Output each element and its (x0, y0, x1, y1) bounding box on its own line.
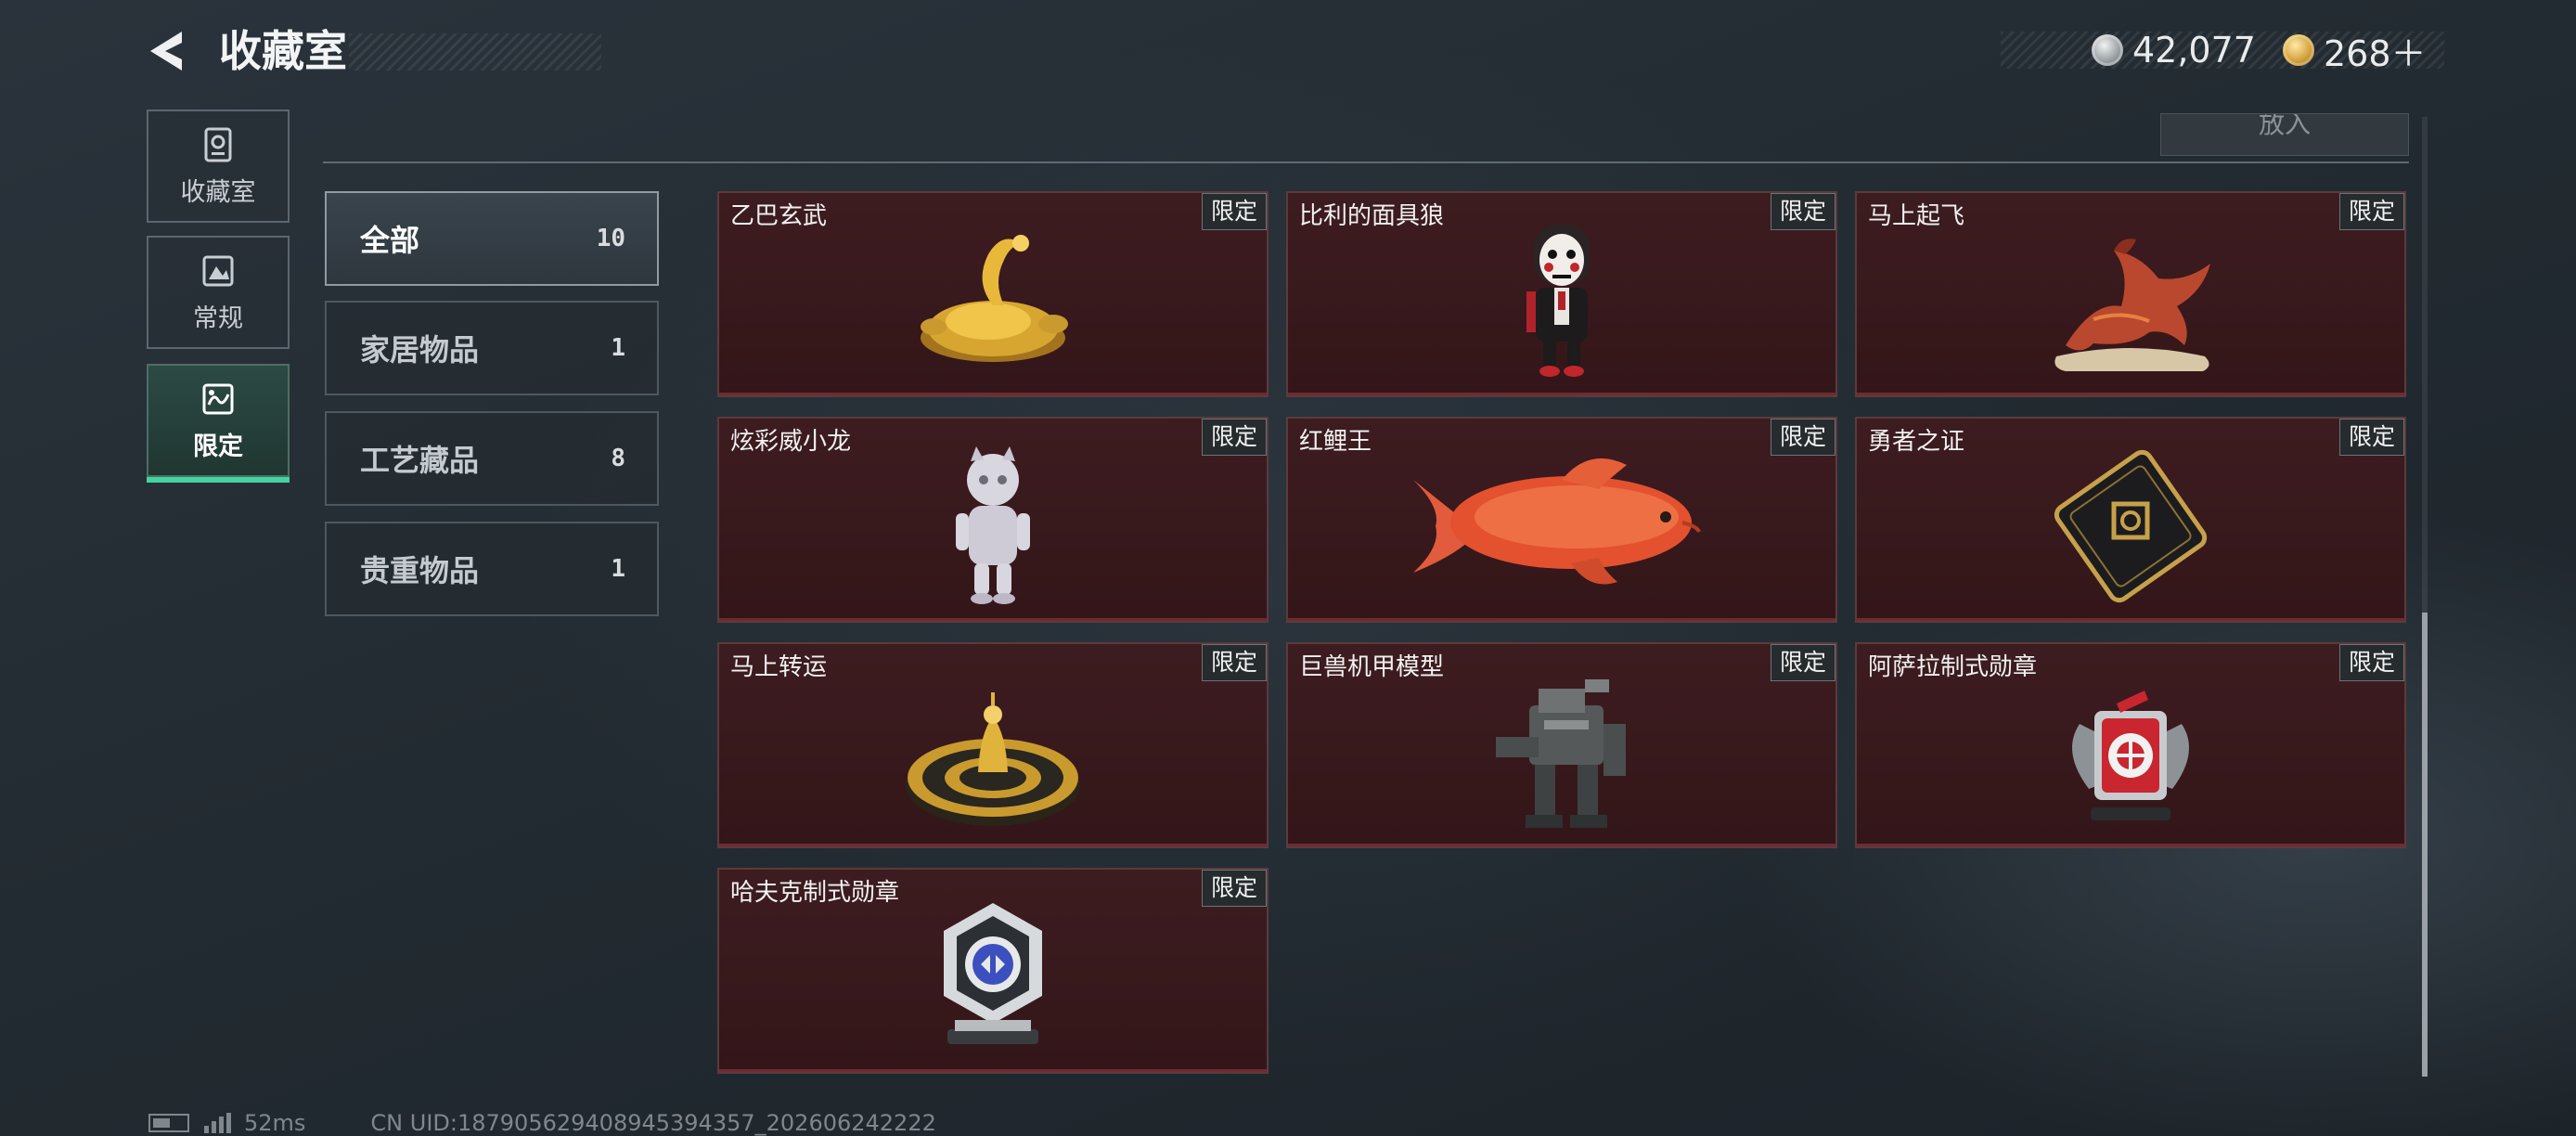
limited-badge: 限定 (2339, 193, 2404, 230)
item-card[interactable]: 马上起飞 限定 (1855, 191, 2406, 397)
rail-tab-collection[interactable]: 收藏室 (147, 110, 290, 223)
silver-coin-icon (2092, 34, 2123, 66)
limited-badge: 限定 (1771, 419, 1835, 456)
content-divider (323, 161, 2409, 163)
item-name: 红鲤王 (1299, 428, 1372, 456)
rail-tab-regular[interactable]: 常规 (147, 236, 290, 349)
item-card[interactable]: 哈夫克制式勋章 限定 (717, 868, 1269, 1074)
silver-currency[interactable]: 42,077 (2092, 26, 2256, 74)
item-card[interactable]: 勇者之证 限定 (1855, 417, 2406, 623)
limited-badge: 限定 (1202, 419, 1267, 456)
category-all[interactable]: 全部 10 (325, 191, 659, 286)
item-card[interactable]: 巨兽机甲模型 限定 (1286, 642, 1837, 848)
item-name: 阿萨拉制式勋章 (1868, 653, 2038, 681)
item-card[interactable]: 阿萨拉制式勋章 限定 (1855, 642, 2406, 848)
item-name: 乙巴玄武 (730, 202, 828, 230)
fortune-disc-icon (906, 692, 1080, 826)
category-name: 工艺藏品 (360, 443, 480, 478)
category-home[interactable]: 家居物品 1 (325, 301, 659, 395)
limited-badge: 限定 (2339, 419, 2404, 456)
silver-currency-value: 42,077 (2132, 30, 2256, 71)
category-name: 家居物品 (360, 332, 480, 368)
item-card[interactable]: 乙巴玄武 限定 (717, 191, 1269, 397)
rail-tab-limited[interactable]: 限定 (147, 364, 290, 483)
gold-currency-value: 268＋ (2324, 32, 2427, 74)
mech-model-icon (1496, 679, 1626, 828)
limited-badge: 限定 (1771, 193, 1835, 230)
rail-tab-label: 限定 (193, 432, 243, 461)
limited-badge: 限定 (1202, 193, 1267, 230)
rail-tab-label: 常规 (193, 303, 243, 333)
puppet-figure-icon (1526, 225, 1590, 377)
limited-badge: 限定 (1202, 644, 1267, 681)
category-count: 8 (611, 445, 625, 472)
item-card[interactable]: 比利的面具狼 限定 (1286, 191, 1837, 397)
rail-tab-label: 收藏室 (180, 177, 256, 207)
category-valuables[interactable]: 贵重物品 1 (325, 522, 659, 616)
category-count: 10 (596, 225, 625, 252)
limited-badge: 限定 (1202, 870, 1267, 907)
gold-coin-icon (2283, 34, 2314, 66)
category-count: 1 (611, 555, 625, 583)
back-arrow-icon (150, 32, 182, 71)
gold-currency[interactable]: 268＋ (2283, 26, 2427, 74)
limited-icon (202, 383, 234, 414)
item-name: 炫彩威小龙 (730, 428, 852, 456)
gold-turtle-statue-icon (921, 235, 1068, 362)
item-card[interactable]: 红鲤王 限定 (1286, 417, 1837, 623)
drop-in-button[interactable]: 放入 (2160, 113, 2409, 156)
category-name: 全部 (360, 223, 420, 258)
category-count: 1 (611, 334, 625, 362)
page-title: 收藏室 (219, 20, 601, 82)
back-button[interactable] (145, 26, 195, 76)
red-carp-icon (1413, 458, 1701, 585)
limited-badge: 限定 (2339, 644, 2404, 681)
ping-value: 52ms (244, 1110, 306, 1136)
item-name: 哈夫克制式勋章 (730, 879, 900, 907)
category-craft[interactable]: 工艺藏品 8 (325, 411, 659, 506)
hero-card-icon (2054, 449, 2208, 603)
item-name: 巨兽机甲模型 (1299, 653, 1445, 681)
limited-badge: 限定 (1771, 644, 1835, 681)
item-name: 马上起飞 (1868, 202, 1965, 230)
scrollbar-thumb[interactable] (2422, 613, 2428, 1077)
flying-horse-icon (2054, 239, 2210, 371)
item-name: 勇者之证 (1868, 428, 1965, 456)
status-footer: 52ms CN UID:18790562940894539435​7_20260… (148, 1110, 936, 1136)
haavk-medal-icon (944, 903, 1042, 1044)
asala-medal-icon (2072, 691, 2189, 820)
signal-icon (204, 1113, 231, 1133)
user-uid: CN UID:18790562940894539435​7_2026062422… (370, 1110, 936, 1136)
item-name: 比利的面具狼 (1299, 202, 1445, 230)
category-name: 贵重物品 (360, 553, 480, 588)
dragon-figure-icon (956, 446, 1030, 604)
collection-icon (204, 127, 232, 161)
item-name: 马上转运 (730, 653, 828, 681)
regular-icon (202, 255, 234, 286)
item-card[interactable]: 炫彩威小龙 限定 (717, 417, 1269, 623)
battery-icon (148, 1114, 189, 1132)
item-card[interactable]: 马上转运 限定 (717, 642, 1269, 848)
